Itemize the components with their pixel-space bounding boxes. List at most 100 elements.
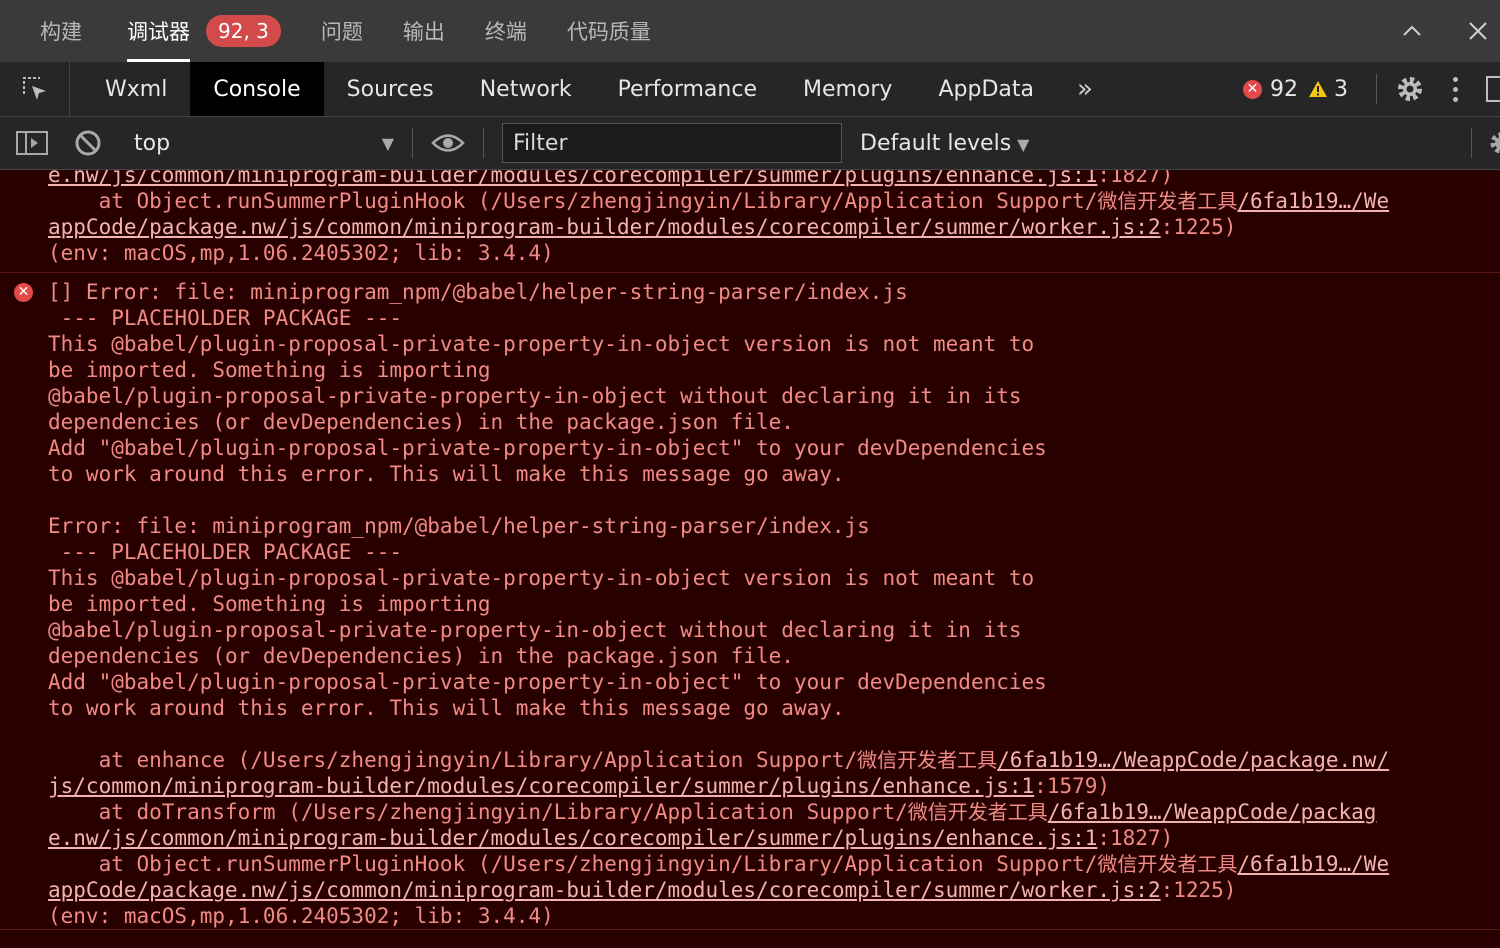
message-line: be imported. Something is importing <box>48 592 491 616</box>
console-error-message: ✕ [] Error: file: miniprogram_npm/@babel… <box>0 273 1500 930</box>
tab-network-label: Network <box>479 76 572 102</box>
stack-line: at Object.runSummerPluginHook (/Users/zh… <box>48 188 1500 214</box>
console-toolbar: top ▼ Default levels▼ <box>0 117 1500 170</box>
console-settings-icon[interactable] <box>1488 130 1500 156</box>
stack-line: js/common/miniprogram-builder/modules/co… <box>48 773 1500 799</box>
log-levels-label: Default levels <box>860 130 1012 156</box>
tab-network[interactable]: Network <box>457 62 595 116</box>
error-icon: ✕ <box>1243 79 1262 99</box>
tab-wxml-label: Wxml <box>105 76 168 102</box>
more-tabs-button[interactable]: » <box>1077 74 1093 104</box>
env-line: (env: macOS,mp,1.06.2405302; lib: 3.4.4) <box>48 904 554 928</box>
source-link[interactable]: /6fa1b19…/We <box>1237 852 1389 876</box>
close-icon[interactable] <box>1464 17 1492 45</box>
app-name: 微信开发者工具 <box>907 800 1048 824</box>
message-line: @babel/plugin-proposal-private-property-… <box>48 618 1022 642</box>
message-line: dependencies (or devDependencies) in the… <box>48 644 794 668</box>
stack-line: at doTransform (/Users/zhengjingyin/Libr… <box>48 799 1500 825</box>
log-levels-dropdown[interactable]: Default levels ▼ <box>860 131 1029 156</box>
tab-output-label: 输出 <box>402 20 445 44</box>
message-line <box>48 721 1500 747</box>
tab-memory[interactable]: Memory <box>780 62 915 116</box>
tab-terminal-label: 终端 <box>484 20 527 44</box>
message-line: to work around this error. This will mak… <box>48 462 845 486</box>
tab-code-quality-label: 代码质量 <box>566 20 651 44</box>
inspect-element-icon[interactable] <box>0 62 70 116</box>
stack-line: at Object.runSummerPluginHook (/Users/zh… <box>48 851 1500 877</box>
source-link[interactable]: /6fa1b19…/WeappCode/packag <box>1048 800 1377 824</box>
tab-sources[interactable]: Sources <box>324 62 457 116</box>
tab-build-label: 构建 <box>40 20 82 44</box>
tab-debugger-label: 调试器 <box>127 20 190 44</box>
tab-problems[interactable]: 问题 <box>321 0 363 62</box>
message-line: @babel/plugin-proposal-private-property-… <box>48 384 1022 408</box>
source-link[interactable]: appCode/package.nw/js/common/miniprogram… <box>48 215 1161 239</box>
message-line: to work around this error. This will mak… <box>48 696 845 720</box>
console-error-message: e.nw/js/common/miniprogram-builder/modul… <box>0 170 1500 273</box>
divider <box>483 128 484 158</box>
more-options-icon[interactable] <box>1453 76 1458 102</box>
tab-memory-label: Memory <box>802 76 893 102</box>
line-number: :1827) <box>1097 170 1174 187</box>
tab-build[interactable]: 构建 <box>40 0 82 62</box>
tab-debugger[interactable]: 调试器 <box>127 0 190 62</box>
tab-appdata[interactable]: AppData <box>915 62 1057 116</box>
source-link[interactable]: /6fa1b19…/We <box>1237 189 1389 213</box>
error-count[interactable]: 92 <box>1270 77 1298 102</box>
message-line: Add "@babel/plugin-proposal-private-prop… <box>48 436 1047 460</box>
stack-line: appCode/package.nw/js/common/miniprogram… <box>48 877 1500 903</box>
message-line <box>48 487 1500 513</box>
warning-count[interactable]: 3 <box>1334 77 1348 102</box>
message-line: This @babel/plugin-proposal-private-prop… <box>48 332 1035 356</box>
filter-input[interactable] <box>502 123 842 163</box>
context-selector[interactable]: top ▼ <box>134 131 394 156</box>
tab-wxml[interactable]: Wxml <box>82 62 190 116</box>
source-link[interactable]: js/common/miniprogram-builder/modules/co… <box>48 774 1034 798</box>
stack-line: appCode/package.nw/js/common/miniprogram… <box>48 214 1500 240</box>
tab-performance[interactable]: Performance <box>595 62 780 116</box>
tab-output[interactable]: 输出 <box>403 0 445 62</box>
line-number: :1225) <box>1160 215 1237 239</box>
stack-text: at doTransform (/Users/zhengjingyin/Libr… <box>48 800 908 824</box>
divider <box>1471 128 1472 158</box>
app-name: 微信开发者工具 <box>1097 852 1238 876</box>
source-link[interactable]: /6fa1b19…/WeappCode/package.nw/ <box>997 748 1389 772</box>
console-output: e.nw/js/common/miniprogram-builder/modul… <box>0 170 1500 948</box>
divider <box>412 128 413 158</box>
eye-icon[interactable] <box>431 132 465 154</box>
env-line: (env: macOS,mp,1.06.2405302; lib: 3.4.4) <box>48 241 554 265</box>
message-line: Add "@babel/plugin-proposal-private-prop… <box>48 670 1047 694</box>
panel-tabbar: 构建 调试器 92, 3 问题 输出 终端 代码质量 <box>0 0 1500 62</box>
message-line: dependencies (or devDependencies) in the… <box>48 410 794 434</box>
tab-code-quality[interactable]: 代码质量 <box>567 0 651 62</box>
source-link[interactable]: e.nw/js/common/miniprogram-builder/modul… <box>48 826 1097 850</box>
sidebar-toggle-icon[interactable] <box>12 131 52 155</box>
dock-side-icon[interactable] <box>1486 76 1500 102</box>
message-line: --- PLACEHOLDER PACKAGE --- <box>48 306 403 330</box>
stack-line: e.nw/js/common/miniprogram-builder/modul… <box>48 170 1500 188</box>
tab-terminal[interactable]: 终端 <box>485 0 527 62</box>
warning-icon <box>1308 80 1328 98</box>
message-line: This @babel/plugin-proposal-private-prop… <box>48 566 1035 590</box>
gear-icon[interactable] <box>1395 74 1425 104</box>
message-line: Error: file: miniprogram_npm/@babel/help… <box>48 514 870 538</box>
stack-text: at enhance (/Users/zhengjingyin/Library/… <box>48 748 858 772</box>
clear-console-icon[interactable] <box>68 129 108 157</box>
chevron-up-icon[interactable] <box>1398 17 1426 45</box>
devtools-tabbar: Wxml Console Sources Network Performance… <box>0 62 1500 117</box>
context-selector-value: top <box>134 130 171 156</box>
tab-console[interactable]: Console <box>190 62 324 116</box>
source-link[interactable]: e.nw/js/common/miniprogram-builder/modul… <box>48 170 1097 187</box>
dropdown-arrow-icon: ▼ <box>1017 134 1030 154</box>
message-line: be imported. Something is importing <box>48 358 491 382</box>
dropdown-arrow-icon: ▼ <box>381 133 394 153</box>
stack-line: at enhance (/Users/zhengjingyin/Library/… <box>48 747 1500 773</box>
stack-text: at Object.runSummerPluginHook (/Users/zh… <box>48 189 1098 213</box>
line-number: :1225) <box>1160 878 1237 902</box>
stack-line: e.nw/js/common/miniprogram-builder/modul… <box>48 825 1500 851</box>
message-line: --- PLACEHOLDER PACKAGE --- <box>48 540 403 564</box>
source-link[interactable]: appCode/package.nw/js/common/miniprogram… <box>48 878 1161 902</box>
debugger-count-badge: 92, 3 <box>206 15 281 47</box>
app-name: 微信开发者工具 <box>857 748 998 772</box>
tab-problems-label: 问题 <box>320 20 363 44</box>
